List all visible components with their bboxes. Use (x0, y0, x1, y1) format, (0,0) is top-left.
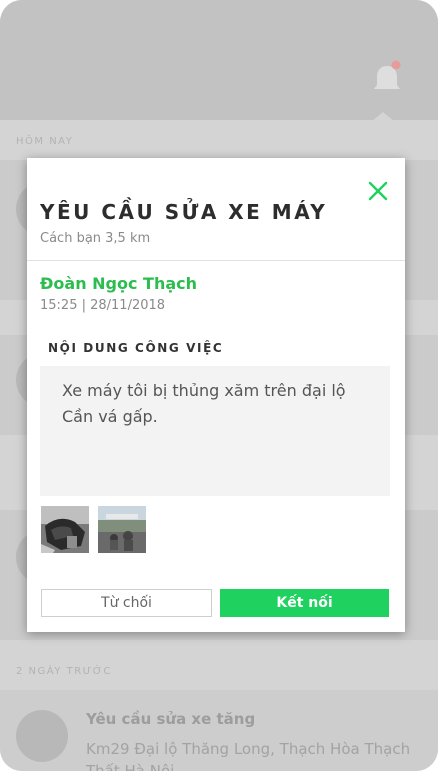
section-label-today: HÔM NAY (16, 136, 74, 147)
header-notch (371, 112, 395, 122)
distance-text: Cách bạn 3,5 km (40, 231, 151, 246)
divider (27, 260, 405, 261)
request-datetime: 15:25 | 28/11/2018 (40, 298, 166, 313)
modal-title: YÊU CẦU SỬA XE MÁY (40, 200, 328, 224)
section-title: NỘI DUNG CÔNG VIỆC (48, 341, 224, 355)
description-box: Xe máy tôi bị thủng xăm trên đại lộ Cần … (40, 366, 390, 496)
photo-thumbnail[interactable] (41, 506, 89, 553)
request-modal: YÊU CẦU SỬA XE MÁY Cách bạn 3,5 km Đoàn … (27, 158, 405, 632)
list-item-text: Km29 Đại lộ Thăng Long, Thạch Hòa Thạch … (86, 740, 411, 771)
description-text: Xe máy tôi bị thủng xăm trên đại lộ Cần … (62, 381, 346, 426)
screen: HÔM NAY 2 NGÀY TRƯỚC Yêu cầu sửa xe tăng… (0, 0, 438, 771)
section-label-2days: 2 NGÀY TRƯỚC (16, 666, 112, 677)
reject-button[interactable]: Từ chối (41, 589, 212, 617)
close-icon[interactable] (367, 180, 389, 202)
list-item[interactable]: Yêu cầu sửa xe tăng Km29 Đại lộ Thăng Lo… (0, 690, 438, 771)
photo-thumbnail[interactable] (98, 506, 146, 553)
requester-name[interactable]: Đoàn Ngọc Thạch (40, 274, 197, 293)
app-header (0, 0, 438, 120)
connect-button[interactable]: Kết nối (220, 589, 389, 617)
bell-icon[interactable] (372, 60, 402, 96)
list-item-title: Yêu cầu sửa xe tăng (86, 710, 256, 728)
avatar (16, 710, 68, 762)
